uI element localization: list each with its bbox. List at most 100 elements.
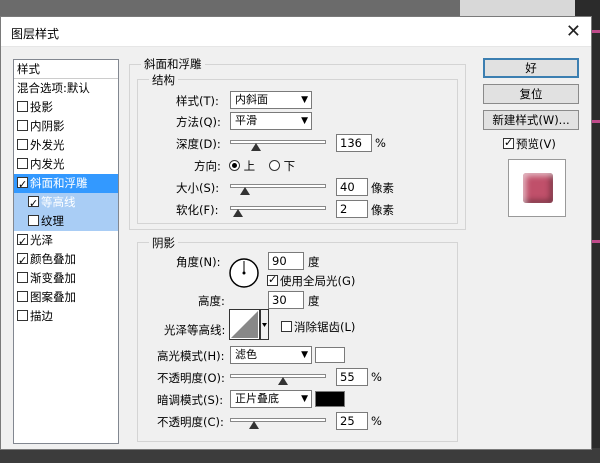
direction-label: 方向: bbox=[194, 159, 221, 173]
style-item-checkbox[interactable] bbox=[28, 215, 39, 226]
highlight-opacity-input[interactable]: 55 bbox=[336, 368, 368, 386]
style-item[interactable]: 投影 bbox=[14, 98, 118, 117]
style-item-label: 混合选项:默认 bbox=[17, 81, 90, 95]
style-item[interactable]: 纹理 bbox=[14, 212, 118, 231]
highlight-opacity-thumb[interactable] bbox=[277, 377, 288, 385]
shadow-mode-select[interactable]: 正片叠底 ▼ bbox=[230, 390, 312, 408]
global-light-checkbox[interactable] bbox=[267, 273, 278, 286]
layer-style-dialog: 图层样式 ✕ 样式混合选项:默认投影内阴影外发光内发光斜面和浮雕等高线纹理光泽颜… bbox=[0, 16, 592, 450]
style-item-checkbox[interactable] bbox=[17, 158, 28, 169]
preview-checkbox[interactable] bbox=[503, 136, 514, 149]
angle-input[interactable]: 90 bbox=[268, 252, 304, 270]
soften-label: 软化(F): bbox=[176, 203, 219, 217]
chevron-down-icon: ▼ bbox=[301, 350, 308, 360]
preview-thumbnail bbox=[508, 159, 566, 217]
altitude-label: 高度: bbox=[198, 294, 225, 308]
style-item[interactable]: 图案叠加 bbox=[14, 288, 118, 307]
chevron-down-icon: ▼ bbox=[301, 95, 308, 105]
depth-unit: % bbox=[375, 136, 386, 150]
titlebar: 图层样式 ✕ bbox=[1, 17, 591, 47]
new-style-button[interactable]: 新建样式(W)... bbox=[483, 110, 579, 130]
style-item-label: 外发光 bbox=[30, 138, 65, 152]
angle-label: 角度(N): bbox=[176, 255, 221, 269]
direction-up-option[interactable]: 上 bbox=[229, 158, 255, 174]
ok-button[interactable]: 好 bbox=[483, 58, 579, 78]
size-slider-thumb[interactable] bbox=[240, 187, 251, 195]
altitude-input[interactable]: 30 bbox=[268, 291, 304, 309]
bevel-emboss-title: 斜面和浮雕 bbox=[141, 56, 205, 72]
angle-unit: 度 bbox=[308, 255, 320, 269]
close-icon[interactable]: ✕ bbox=[566, 21, 581, 42]
style-item-checkbox[interactable] bbox=[17, 232, 28, 251]
shading-title: 阴影 bbox=[149, 235, 178, 251]
angle-dial[interactable] bbox=[228, 257, 260, 289]
style-item[interactable]: 描边 bbox=[14, 307, 118, 326]
style-item[interactable]: 内发光 bbox=[14, 155, 118, 174]
depth-label: 深度(D): bbox=[176, 137, 221, 151]
style-item-label: 斜面和浮雕 bbox=[30, 176, 88, 190]
style-item-checkbox[interactable] bbox=[17, 139, 28, 150]
style-item[interactable]: 光泽 bbox=[14, 231, 118, 251]
depth-slider[interactable] bbox=[230, 140, 326, 144]
style-item[interactable]: 外发光 bbox=[14, 136, 118, 155]
style-item-checkbox[interactable] bbox=[17, 175, 28, 194]
shadow-opacity-slider[interactable] bbox=[230, 418, 326, 422]
structure-title: 结构 bbox=[149, 72, 178, 88]
global-light-label: 使用全局光(G) bbox=[280, 274, 356, 288]
chevron-down-icon: ▼ bbox=[301, 394, 308, 404]
shadow-opacity-input[interactable]: 25 bbox=[336, 412, 368, 430]
highlight-opacity-label: 不透明度(O): bbox=[157, 371, 225, 385]
style-item-checkbox[interactable] bbox=[17, 101, 28, 112]
style-item[interactable]: 内阴影 bbox=[14, 117, 118, 136]
style-item-checkbox[interactable] bbox=[17, 251, 28, 270]
style-item-label: 图案叠加 bbox=[30, 290, 76, 304]
style-item-label: 内阴影 bbox=[30, 119, 65, 133]
style-item[interactable]: 样式 bbox=[14, 60, 118, 79]
direction-up-label: 上 bbox=[243, 159, 256, 173]
size-input[interactable]: 40 bbox=[336, 178, 368, 196]
style-item[interactable]: 颜色叠加 bbox=[14, 250, 118, 270]
direction-down-option[interactable]: 下 bbox=[269, 158, 295, 174]
direction-up-radio[interactable] bbox=[229, 160, 240, 171]
soften-input[interactable]: 2 bbox=[336, 200, 368, 218]
soften-unit: 像素 bbox=[371, 203, 394, 217]
preview-option[interactable]: 预览(V) bbox=[503, 136, 556, 152]
gloss-contour-picker[interactable] bbox=[229, 309, 269, 341]
altitude-unit: 度 bbox=[308, 294, 320, 308]
style-item-checkbox[interactable] bbox=[28, 194, 39, 213]
style-select[interactable]: 内斜面 ▼ bbox=[230, 91, 312, 109]
soften-slider[interactable] bbox=[230, 206, 326, 210]
background-toolbar bbox=[0, 448, 600, 463]
reset-button[interactable]: 复位 bbox=[483, 84, 579, 104]
style-item[interactable]: 渐变叠加 bbox=[14, 269, 118, 288]
style-item-checkbox[interactable] bbox=[17, 291, 28, 302]
shading-group bbox=[137, 242, 458, 442]
anti-alias-option[interactable]: 消除锯齿(L) bbox=[281, 319, 355, 335]
style-item[interactable]: 等高线 bbox=[14, 193, 118, 213]
styles-list: 样式混合选项:默认投影内阴影外发光内发光斜面和浮雕等高线纹理光泽颜色叠加渐变叠加… bbox=[13, 59, 119, 444]
shadow-color-swatch[interactable] bbox=[315, 391, 345, 407]
technique-select[interactable]: 平滑 ▼ bbox=[230, 112, 312, 130]
highlight-mode-select[interactable]: 滤色 ▼ bbox=[230, 346, 312, 364]
size-unit: 像素 bbox=[371, 181, 394, 195]
soften-slider-thumb[interactable] bbox=[232, 209, 243, 217]
style-item-label: 颜色叠加 bbox=[30, 252, 76, 266]
style-item-label: 等高线 bbox=[41, 195, 76, 209]
depth-slider-thumb[interactable] bbox=[250, 143, 261, 151]
depth-input[interactable]: 136 bbox=[336, 134, 372, 152]
style-item-checkbox[interactable] bbox=[17, 310, 28, 321]
direction-down-radio[interactable] bbox=[269, 160, 280, 171]
style-item[interactable]: 斜面和浮雕 bbox=[14, 174, 118, 194]
shadow-mode-value: 正片叠底 bbox=[235, 392, 279, 405]
style-item[interactable]: 混合选项:默认 bbox=[14, 79, 118, 98]
anti-alias-checkbox[interactable] bbox=[281, 321, 292, 332]
gloss-contour-label: 光泽等高线: bbox=[164, 323, 226, 337]
chevron-down-icon: ▼ bbox=[301, 116, 308, 126]
technique-select-value: 平滑 bbox=[235, 114, 257, 127]
style-item-checkbox[interactable] bbox=[17, 272, 28, 283]
global-light-option[interactable]: 使用全局光(G) bbox=[267, 273, 355, 289]
style-item-checkbox[interactable] bbox=[17, 120, 28, 131]
highlight-color-swatch[interactable] bbox=[315, 347, 345, 363]
style-item-label: 描边 bbox=[30, 309, 53, 323]
shadow-opacity-thumb[interactable] bbox=[249, 421, 259, 429]
